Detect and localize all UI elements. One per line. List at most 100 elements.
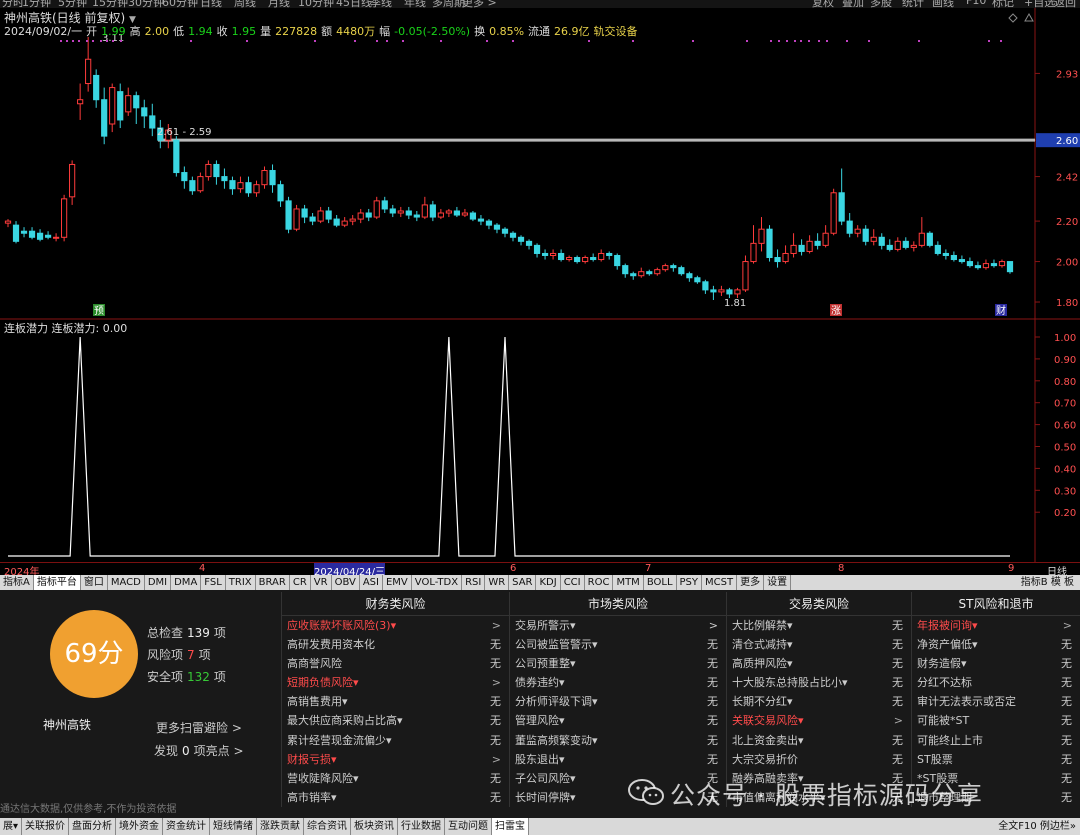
- risk-row[interactable]: 大比例解禁▾ 无: [727, 616, 911, 635]
- indicator-tab[interactable]: 指标A: [0, 575, 34, 590]
- risk-row[interactable]: 净资产偏低▾ 无: [912, 635, 1080, 654]
- indicator-template-button[interactable]: 指标B 模 板: [1021, 575, 1074, 590]
- risk-row[interactable]: 大宗交易折价 无: [727, 750, 911, 769]
- indicator-tab[interactable]: VOL-TDX: [412, 575, 463, 590]
- indicator-tab[interactable]: VR: [311, 575, 332, 590]
- risk-row[interactable]: 高研发费用资本化 无: [282, 635, 509, 654]
- indicator-tab[interactable]: 设置: [764, 575, 792, 590]
- indicator-chart[interactable]: 1.00 0.90 0.80 0.70 0.60 0.50 0.40 0.30 0.20: [0, 320, 1080, 562]
- toolbar-button[interactable]: 1分钟: [22, 0, 51, 8]
- f10-sidebar-toggle[interactable]: 全文F10 例边栏»: [998, 818, 1076, 835]
- indicator-tab[interactable]: KDJ: [536, 575, 561, 590]
- risk-row[interactable]: 长期不分红▾ 无: [727, 692, 911, 711]
- indicator-tab[interactable]: OBV: [332, 575, 360, 590]
- toolbar-button[interactable]: 30分钟: [128, 0, 164, 8]
- risk-row[interactable]: 年报被问询▾ >: [912, 616, 1080, 635]
- toolbar-button[interactable]: 季线: [370, 0, 392, 8]
- more-scan-link[interactable]: 更多扫雷避险 >: [156, 719, 242, 736]
- indicator-tab[interactable]: MTM: [613, 575, 644, 590]
- indicator-tab[interactable]: CCI: [561, 575, 585, 590]
- risk-row[interactable]: 可能终止上市 无: [912, 731, 1080, 750]
- toolbar-button[interactable]: 10分钟: [298, 0, 334, 8]
- bottom-tab[interactable]: 盘面分析: [69, 818, 117, 835]
- risk-row[interactable]: ST股票 无: [912, 750, 1080, 769]
- risk-row[interactable]: 高销售费用▾ 无: [282, 692, 509, 711]
- risk-row[interactable]: 清仓式减持▾ 无: [727, 635, 911, 654]
- risk-row[interactable]: 应收账款坏账风险(3)▾ >: [282, 616, 509, 635]
- risk-row[interactable]: 财报亏损▾ >: [282, 750, 509, 769]
- toolbar-button[interactable]: 多股: [870, 0, 892, 8]
- toolbar-button[interactable]: +自选: [1024, 0, 1055, 8]
- toolbar-button[interactable]: 画线: [932, 0, 954, 8]
- risk-row[interactable]: 分红不达标 无: [912, 673, 1080, 692]
- indicator-tab[interactable]: MACD: [108, 575, 145, 590]
- indicator-tab[interactable]: 更多: [737, 575, 765, 590]
- indicator-tab[interactable]: FSL: [201, 575, 226, 590]
- risk-row[interactable]: 管理风险▾ 无: [510, 711, 726, 730]
- kline-chart[interactable]: 2.932.602.422.202.001.803.112.61 - 2.591…: [0, 8, 1080, 320]
- toolbar-button[interactable]: 标记: [992, 0, 1014, 8]
- indicator-tab[interactable]: TRIX: [226, 575, 256, 590]
- toolbar-button[interactable]: 返回: [1054, 0, 1076, 8]
- bottom-toolbar[interactable]: 展▾ 关联报价 盘面分析 境外资金 资金统计 短线情绪 涨跌贡献 综合资讯 板块资讯 行业数据 互动…: [0, 818, 1080, 835]
- indicator-tab[interactable]: WR: [485, 575, 510, 590]
- indicator-tabs[interactable]: 指标A 指标平台 窗口 MACD DMI DMA FSL TRIX BRAR CR VR OBV ASI…: [0, 575, 1080, 590]
- indicator-tab[interactable]: BOLL: [644, 575, 677, 590]
- indicator-tab[interactable]: ASI: [360, 575, 383, 590]
- risk-row[interactable]: 北上资金卖出▾ 无: [727, 731, 911, 750]
- risk-row[interactable]: 股东退出▾ 无: [510, 750, 726, 769]
- risk-row[interactable]: 十大股东总持股占比小▾ 无: [727, 673, 911, 692]
- risk-row[interactable]: 公司被监管警示▾ 无: [510, 635, 726, 654]
- bottom-tab[interactable]: 扫雷宝: [492, 818, 530, 835]
- bottom-tab[interactable]: 境外资金: [116, 818, 164, 835]
- stat-unit[interactable]: 项亮点 >: [194, 744, 244, 758]
- toolbar-button[interactable]: 更多 >: [462, 0, 497, 8]
- toolbar-button[interactable]: 15分钟: [92, 0, 128, 8]
- risk-row[interactable]: 累计经营现金流偏少▾ 无: [282, 731, 509, 750]
- risk-row[interactable]: 营收陡降风险▾ 无: [282, 769, 509, 788]
- toolbar-button[interactable]: 月线: [268, 0, 290, 8]
- indicator-tab[interactable]: RSI: [462, 575, 486, 590]
- bottom-tab[interactable]: 板块资讯: [351, 818, 399, 835]
- toolbar-button[interactable]: 周线: [234, 0, 256, 8]
- indicator-tab[interactable]: 窗口: [81, 575, 108, 590]
- toolbar-button[interactable]: 60分钟: [162, 0, 198, 8]
- toolbar-button[interactable]: 年线: [404, 0, 426, 8]
- risk-row[interactable]: 高商誉风险 无: [282, 654, 509, 673]
- indicator-tab[interactable]: PSY: [677, 575, 703, 590]
- risk-row[interactable]: 财务造假▾ 无: [912, 654, 1080, 673]
- bottom-tab[interactable]: 涨跌贡献: [257, 818, 305, 835]
- toolbar-button[interactable]: 日线: [200, 0, 222, 8]
- risk-row[interactable]: 最大供应商采购占比高▾ 无: [282, 711, 509, 730]
- indicator-tab[interactable]: CR: [290, 575, 311, 590]
- period-toolbar[interactable]: 分时 1分钟 5分钟 15分钟 30分钟 60分钟 日线 周线 月线 10分钟 45日线 季线 年线 多周…: [0, 0, 1080, 8]
- indicator-tab[interactable]: MCST: [702, 575, 738, 590]
- bottom-tab[interactable]: 互动问题: [445, 818, 493, 835]
- risk-row[interactable]: 交易所警示▾ >: [510, 616, 726, 635]
- risk-row[interactable]: 审计无法表示或否定 无: [912, 692, 1080, 711]
- toolbar-button[interactable]: 复权: [812, 0, 834, 8]
- bottom-tab[interactable]: 关联报价: [22, 818, 70, 835]
- indicator-tab[interactable]: DMA: [171, 575, 202, 590]
- toolbar-button[interactable]: 分时: [2, 0, 24, 8]
- risk-row[interactable]: 可能被*ST 无: [912, 711, 1080, 730]
- risk-row[interactable]: 债券违约▾ 无: [510, 673, 726, 692]
- risk-row[interactable]: 高市销率▾ 无: [282, 788, 509, 807]
- indicator-tab[interactable]: DMI: [145, 575, 172, 590]
- indicator-tab[interactable]: ROC: [585, 575, 614, 590]
- bottom-tab[interactable]: 展▾: [0, 818, 23, 835]
- bottom-tab[interactable]: 资金统计: [163, 818, 211, 835]
- bottom-tab[interactable]: 行业数据: [398, 818, 446, 835]
- toolbar-button[interactable]: 叠加: [842, 0, 864, 8]
- indicator-tab[interactable]: 指标平台: [33, 575, 81, 590]
- risk-row[interactable]: 关联交易风险▾ >: [727, 711, 911, 730]
- indicator-tab[interactable]: EMV: [383, 575, 412, 590]
- risk-row[interactable]: 分析师评级下调▾ 无: [510, 692, 726, 711]
- risk-row[interactable]: 短期负债风险▾ >: [282, 673, 509, 692]
- toolbar-button[interactable]: 45日线: [336, 0, 372, 8]
- toolbar-button[interactable]: 5分钟: [58, 0, 87, 8]
- bottom-tab[interactable]: 短线情绪: [210, 818, 258, 835]
- risk-row[interactable]: 董监高频繁变动▾ 无: [510, 731, 726, 750]
- toolbar-button[interactable]: 多周期: [432, 0, 465, 8]
- indicator-tab[interactable]: SAR: [509, 575, 537, 590]
